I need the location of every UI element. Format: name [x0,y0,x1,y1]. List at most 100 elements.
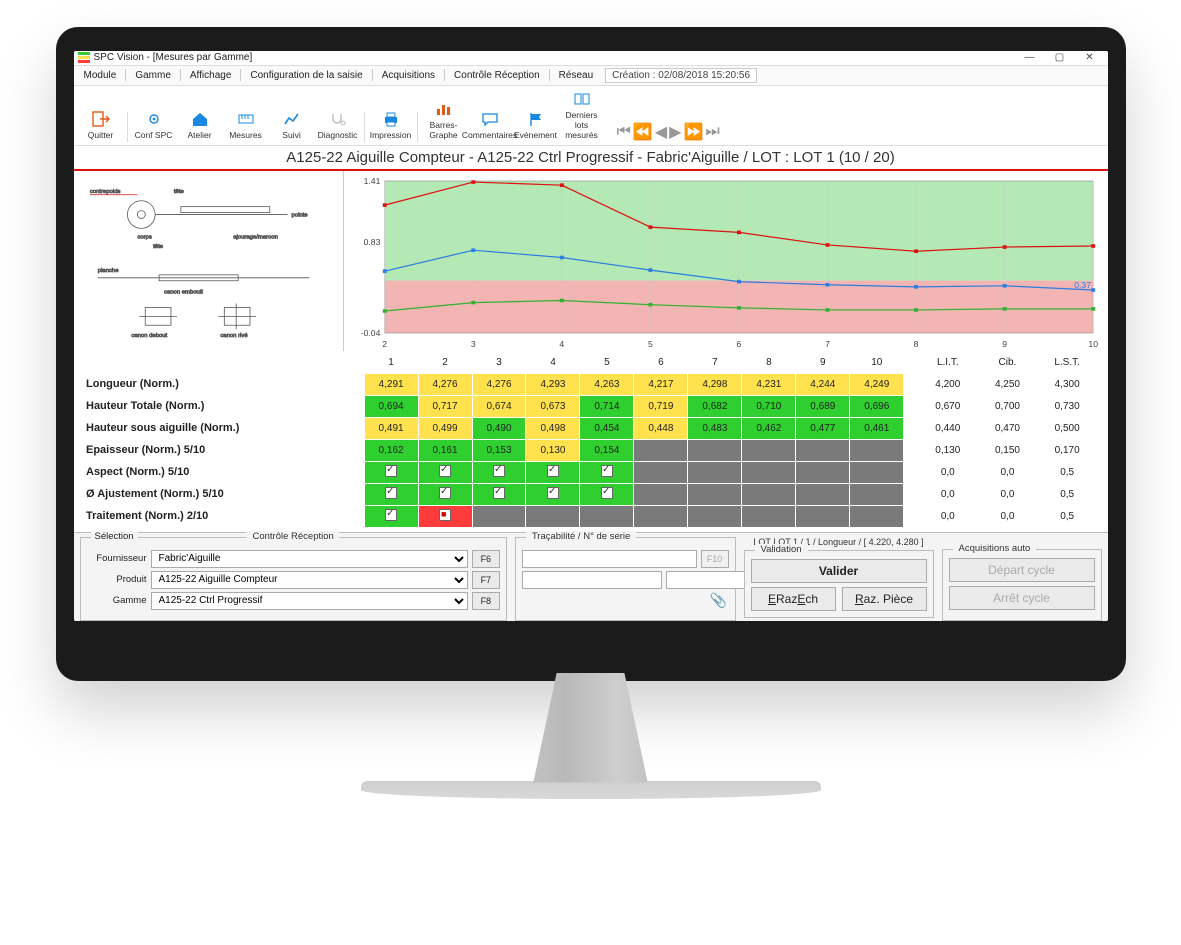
data-cell[interactable] [688,439,742,461]
data-cell[interactable] [850,505,904,527]
data-cell[interactable] [742,439,796,461]
data-cell[interactable] [472,461,526,483]
menu-reseau[interactable]: Réseau [553,69,599,82]
data-cell[interactable]: 0,477 [796,417,850,439]
maximize-button[interactable]: ▢ [1046,51,1074,65]
tool-mesures[interactable]: Mesures [223,108,269,142]
data-cell[interactable]: 0,483 [688,417,742,439]
data-cell[interactable] [580,505,634,527]
menu-controle-reception[interactable]: Contrôle Réception [448,69,546,82]
raz-ech-button[interactable]: ERaz EchRaz Ech [751,587,836,611]
data-cell[interactable] [634,483,688,505]
menu-affichage[interactable]: Affichage [184,69,238,82]
data-cell[interactable] [364,461,418,483]
data-cell[interactable]: 4,276 [472,373,526,395]
data-cell[interactable]: 0,498 [526,417,580,439]
data-cell[interactable]: 0,682 [688,395,742,417]
data-cell[interactable] [688,505,742,527]
data-cell[interactable]: 0,689 [796,395,850,417]
data-cell[interactable] [526,505,580,527]
data-cell[interactable]: 0,499 [418,417,472,439]
vcr-prev-icon[interactable]: ◀ [655,122,667,142]
data-cell[interactable]: 0,448 [634,417,688,439]
tool-confspc[interactable]: Conf SPC [131,108,177,142]
data-cell[interactable]: 4,231 [742,373,796,395]
tool-impression[interactable]: Impression [368,108,414,142]
data-cell[interactable] [796,439,850,461]
data-cell[interactable]: 0,462 [742,417,796,439]
data-cell[interactable] [364,483,418,505]
data-cell[interactable]: 0,491 [364,417,418,439]
data-cell[interactable]: 4,217 [634,373,688,395]
data-cell[interactable]: 0,714 [580,395,634,417]
paperclip-icon[interactable]: 📎 [709,592,729,610]
raz-piece-button[interactable]: Raz. Pièce [842,587,927,611]
data-cell[interactable] [796,505,850,527]
data-cell[interactable] [580,483,634,505]
data-cell[interactable]: 4,298 [688,373,742,395]
data-cell[interactable] [850,461,904,483]
vcr-first-icon[interactable]: ⏮ [617,123,631,141]
vcr-forward-icon[interactable]: ⏩ [683,122,703,142]
data-cell[interactable] [742,505,796,527]
minimize-button[interactable]: — [1016,51,1044,65]
data-cell[interactable] [742,483,796,505]
data-cell[interactable]: 0,161 [418,439,472,461]
tool-dernierslots[interactable]: Derniers lots mesurés [559,88,605,142]
data-cell[interactable]: 4,291 [364,373,418,395]
data-cell[interactable]: 0,461 [850,417,904,439]
tool-suivi[interactable]: Suivi [269,108,315,142]
data-cell[interactable] [688,461,742,483]
data-cell[interactable]: 0,490 [472,417,526,439]
data-cell[interactable]: 4,293 [526,373,580,395]
data-cell[interactable] [364,505,418,527]
data-cell[interactable] [742,461,796,483]
gamme-select[interactable]: A125-22 Ctrl Progressif [151,592,468,610]
data-cell[interactable] [850,439,904,461]
data-cell[interactable]: 0,719 [634,395,688,417]
close-button[interactable]: ✕ [1076,51,1104,65]
menu-gamme[interactable]: Gamme [129,69,177,82]
data-cell[interactable] [796,483,850,505]
vcr-next-icon[interactable]: ▶ [669,122,681,142]
data-cell[interactable]: 0,710 [742,395,796,417]
data-cell[interactable]: 0,162 [364,439,418,461]
data-cell[interactable]: 0,694 [364,395,418,417]
data-cell[interactable]: 0,454 [580,417,634,439]
data-cell[interactable] [418,483,472,505]
vcr-last-icon[interactable]: ⏭ [705,123,719,141]
f10-button[interactable]: F10 [701,550,729,568]
data-cell[interactable]: 4,263 [580,373,634,395]
data-cell[interactable] [472,483,526,505]
menu-acquisitions[interactable]: Acquisitions [376,69,441,82]
tool-atelier[interactable]: Atelier [177,108,223,142]
data-cell[interactable]: 4,249 [850,373,904,395]
depart-cycle-button[interactable]: Départ cycle [949,558,1095,582]
tool-quitter[interactable]: Quitter [78,108,124,142]
data-cell[interactable]: 0,674 [472,395,526,417]
data-cell[interactable] [526,483,580,505]
tool-barresgraphe[interactable]: Barres-Graphe [421,98,467,142]
data-cell[interactable]: 0,154 [580,439,634,461]
data-cell[interactable] [634,439,688,461]
tool-diagnostic[interactable]: Diagnostic [315,108,361,142]
trace-input-2a[interactable] [522,571,662,589]
fournisseur-select[interactable]: Fabric'Aiguille [151,550,468,568]
produit-select[interactable]: A125-22 Aiguille Compteur [151,571,468,589]
data-cell[interactable] [796,461,850,483]
arret-cycle-button[interactable]: Arrêt cycle [949,586,1095,610]
data-cell[interactable] [472,505,526,527]
data-cell[interactable]: 0,673 [526,395,580,417]
data-cell[interactable]: 0,696 [850,395,904,417]
data-cell[interactable] [418,461,472,483]
f6-button[interactable]: F6 [472,550,500,568]
trace-input-1[interactable] [522,550,697,568]
data-cell[interactable]: 0,130 [526,439,580,461]
f8-button[interactable]: F8 [472,592,500,610]
data-cell[interactable] [634,461,688,483]
data-cell[interactable]: 0,717 [418,395,472,417]
data-cell[interactable]: 0,153 [472,439,526,461]
data-cell[interactable] [580,461,634,483]
data-cell[interactable] [634,505,688,527]
data-cell[interactable] [418,505,472,527]
